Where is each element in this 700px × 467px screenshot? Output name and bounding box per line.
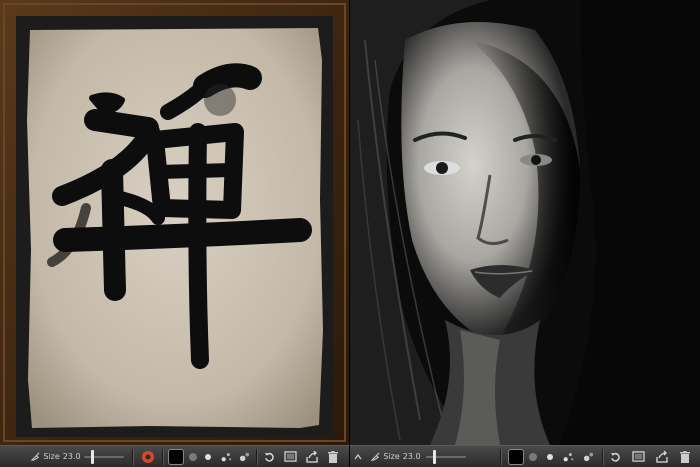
smudge-icon	[583, 452, 593, 462]
color-wheel-button[interactable]	[140, 449, 156, 464]
size-slider-track[interactable]	[426, 456, 466, 458]
toolbar-right: Size 23.0	[350, 445, 700, 467]
color-white-button[interactable]	[202, 449, 214, 464]
smudge-tool-button[interactable]	[580, 449, 596, 464]
trash-button[interactable]	[678, 449, 692, 464]
chevron-up-icon	[354, 453, 362, 459]
smudge-tool-button[interactable]	[236, 449, 252, 464]
brush-icon	[31, 452, 40, 461]
color-black-button[interactable]	[508, 448, 524, 465]
brush-tool-button[interactable]	[218, 449, 234, 464]
tool-dots-icon	[563, 453, 573, 462]
brush-icon	[371, 452, 380, 461]
undo-icon	[264, 452, 274, 462]
undo-button[interactable]	[608, 449, 622, 464]
black-color-well	[168, 448, 184, 465]
color-gray-button[interactable]	[526, 449, 540, 464]
size-value: 23.0	[62, 452, 81, 461]
canvas-button[interactable]	[630, 449, 646, 464]
portrait-canvas[interactable]	[350, 0, 700, 445]
undo-icon	[610, 452, 620, 462]
calligraphy-artwork	[0, 0, 349, 445]
gray-dot-icon	[529, 452, 537, 461]
canvas-icon	[283, 451, 297, 462]
toolbar-separator	[162, 449, 164, 465]
trash-icon	[680, 450, 690, 463]
brush-tool-button[interactable]	[560, 449, 576, 464]
black-color-well	[508, 448, 524, 465]
toolbar-separator	[256, 449, 258, 465]
size-slider-track[interactable]	[84, 456, 124, 458]
color-white-button[interactable]	[544, 449, 556, 464]
trash-button[interactable]	[326, 449, 340, 464]
size-label: Size	[43, 452, 60, 461]
size-label: Size	[383, 452, 400, 461]
color-black-button[interactable]	[168, 448, 184, 465]
color-gray-button[interactable]	[186, 449, 200, 464]
tool-dots-icon	[221, 453, 231, 462]
share-icon	[306, 450, 318, 463]
share-icon	[656, 450, 668, 463]
calligraphy-canvas[interactable]	[0, 0, 349, 445]
undo-button[interactable]	[262, 449, 276, 464]
gray-dot-icon	[189, 452, 197, 461]
canvas-icon	[631, 451, 645, 462]
toolbar-separator	[500, 449, 502, 465]
white-dot-icon	[205, 453, 211, 460]
toolbar-left: Size 23.0	[0, 445, 349, 467]
toolbar-separator	[132, 449, 134, 465]
expand-toolbar-button[interactable]	[352, 449, 364, 464]
size-slider-thumb[interactable]	[433, 450, 437, 464]
share-button[interactable]	[304, 449, 320, 464]
brush-size-control[interactable]: Size 23.0	[28, 449, 84, 464]
brush-size-control[interactable]: Size 23.0	[368, 449, 424, 464]
canvas-button[interactable]	[282, 449, 298, 464]
smudge-icon	[239, 452, 249, 462]
toolbar-separator	[602, 449, 604, 465]
white-dot-icon	[547, 453, 553, 460]
size-slider-thumb[interactable]	[91, 450, 95, 464]
share-button[interactable]	[654, 449, 670, 464]
color-wheel-icon	[142, 450, 154, 463]
trash-icon	[328, 450, 338, 463]
portrait-artwork	[350, 0, 700, 445]
size-value: 23.0	[402, 452, 421, 461]
